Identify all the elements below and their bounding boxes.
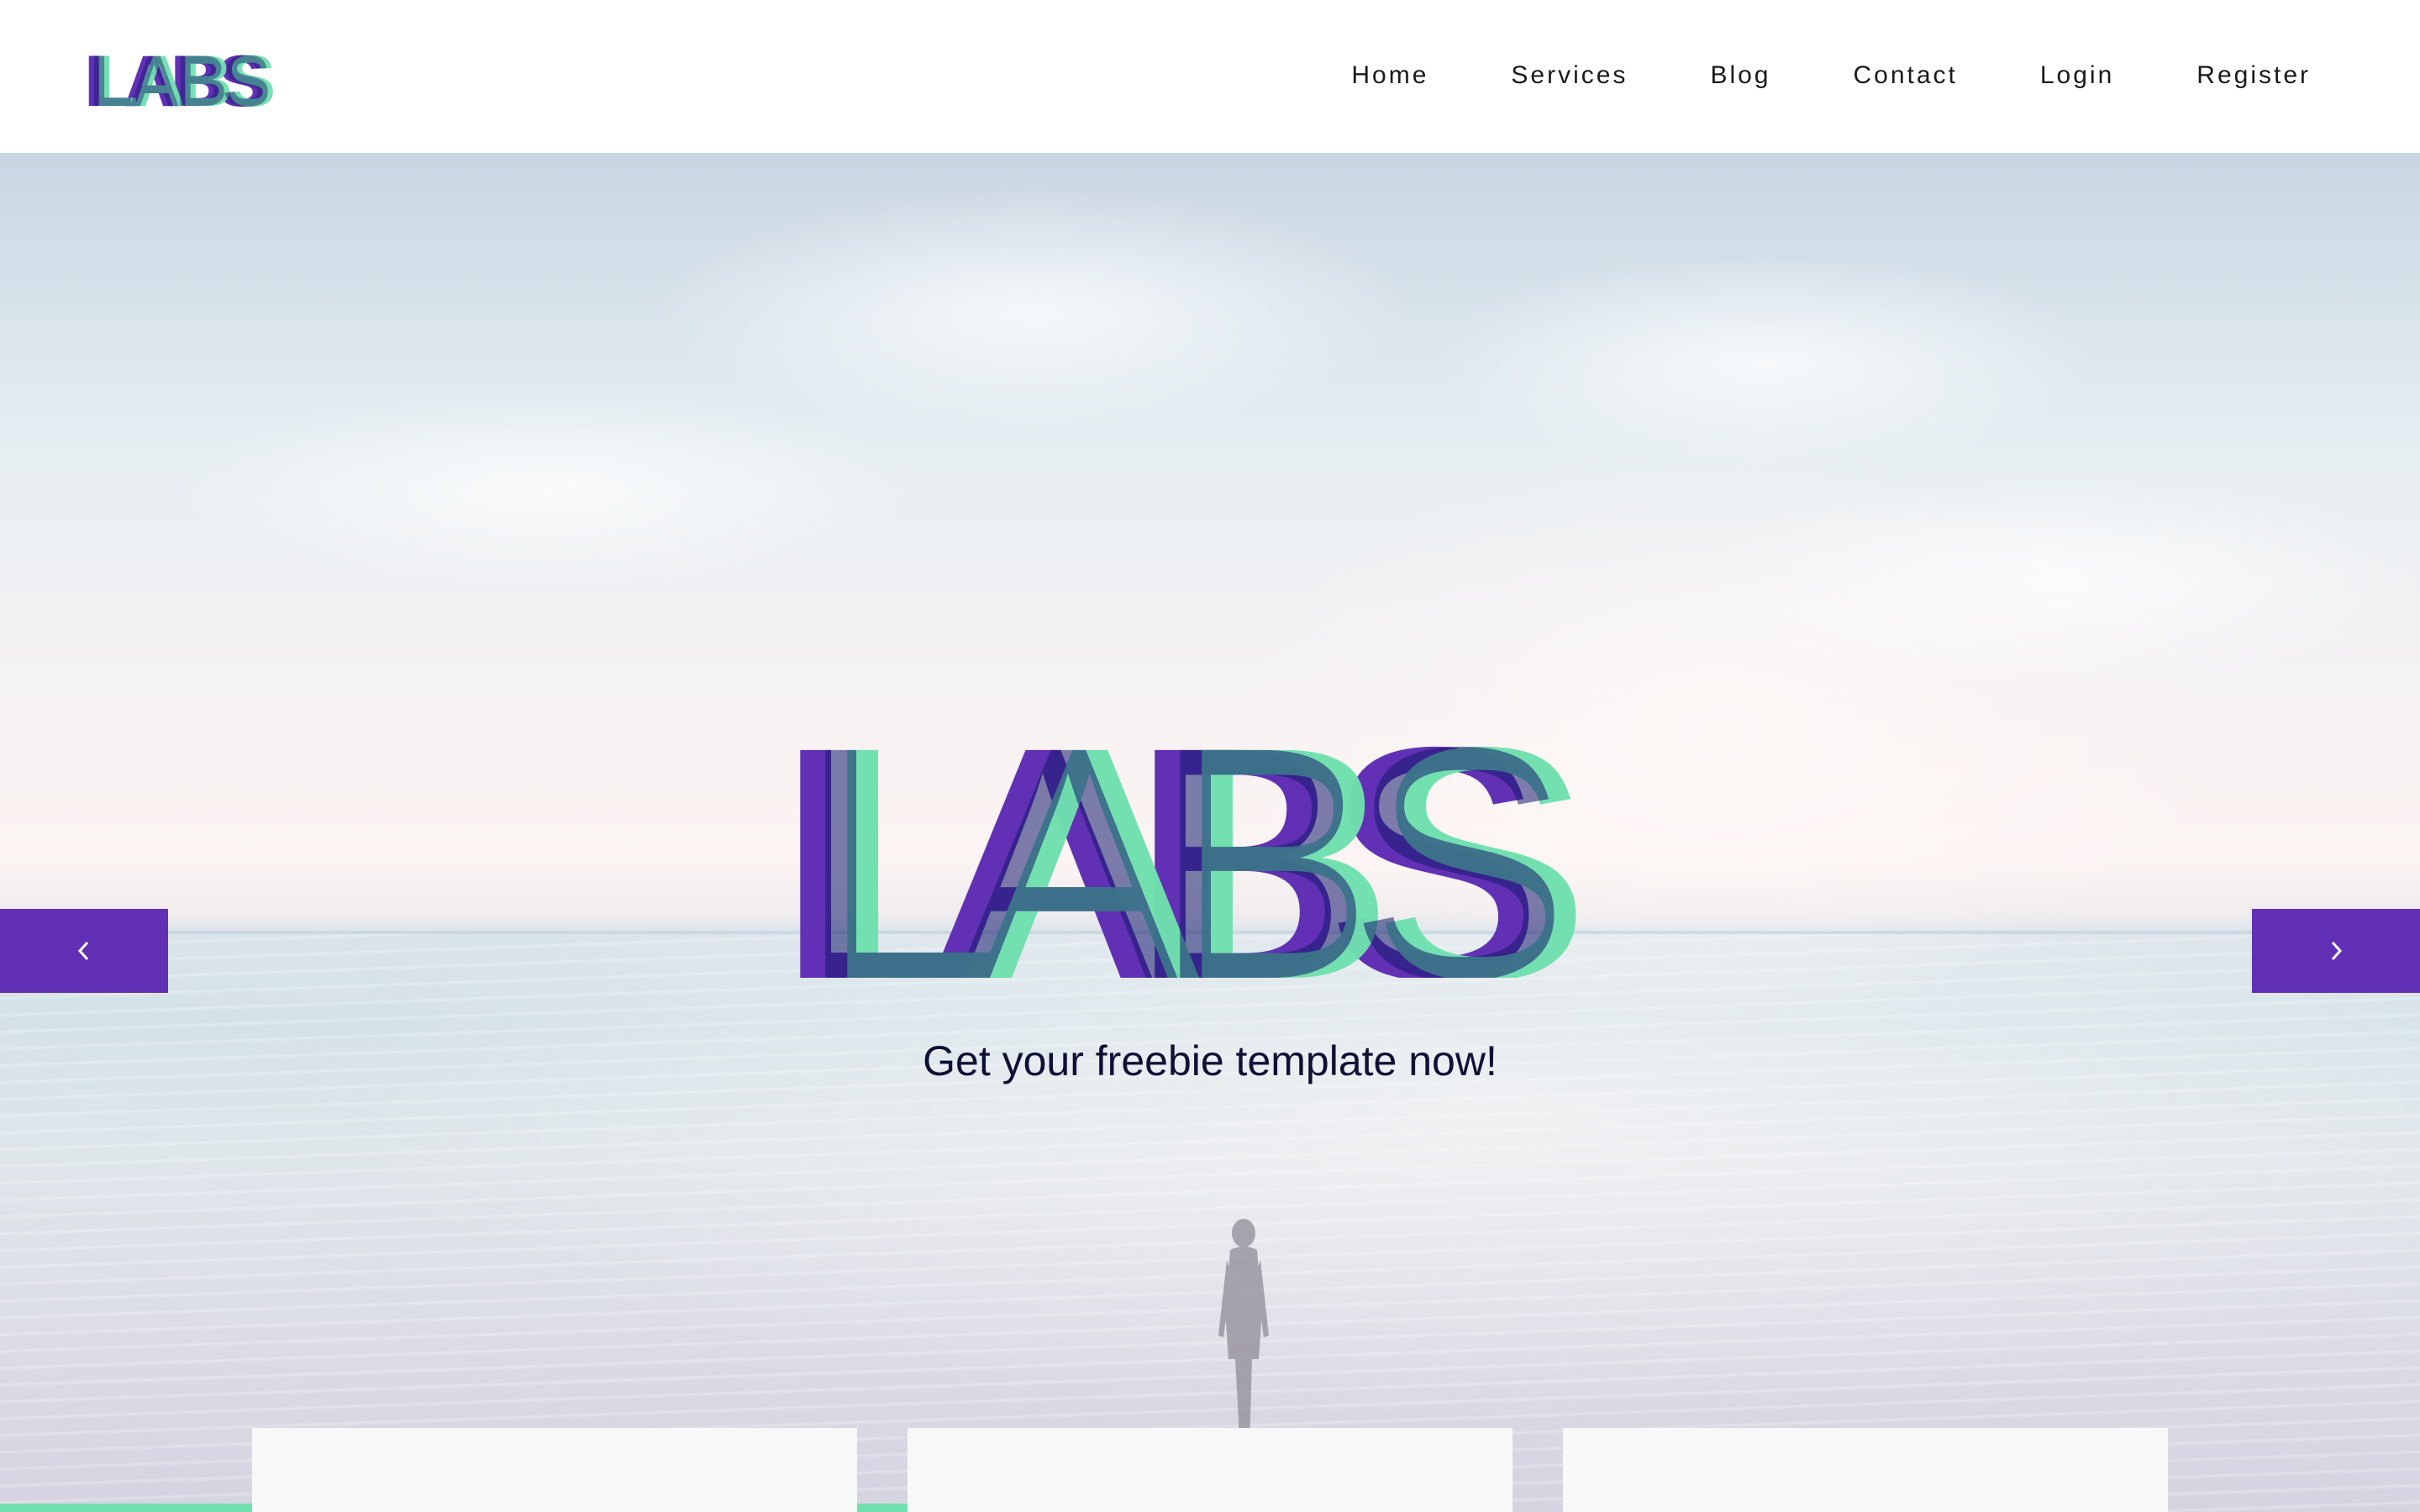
nav-register[interactable]: Register [2196, 61, 2311, 90]
cloud [655, 186, 1412, 438]
nav-login[interactable]: Login [2040, 61, 2114, 90]
nav-services[interactable]: Services [1511, 61, 1628, 90]
hero-title: LABS LABS LABS LABS [781, 726, 1639, 978]
slider-prev-button[interactable] [0, 909, 168, 993]
nav-contact[interactable]: Contact [1853, 61, 1957, 90]
feature-card [252, 1428, 857, 1512]
main-nav: Home Services Blog Contact Login Registe… [1351, 54, 2311, 97]
hero-subtitle: Get your freebie template now! [923, 1037, 1497, 1084]
site-logo[interactable]: LABS LABS LABS LABS [82, 47, 276, 108]
accent-bar [0, 1504, 252, 1512]
svg-text:LABS: LABS [89, 47, 268, 108]
nav-home[interactable]: Home [1351, 61, 1428, 90]
nav-blog[interactable]: Blog [1710, 61, 1770, 90]
slider-next-button[interactable] [2252, 909, 2420, 993]
chevron-left-icon [77, 941, 89, 961]
labs-logo-mark: LABS LABS LABS [84, 47, 276, 108]
chevron-right-icon [2331, 941, 2343, 961]
hero-title-graphic: LABS LABS LABS [781, 726, 1602, 978]
hero-slider: LABS LABS LABS LABS Get your freebie tem… [0, 153, 2420, 1512]
feature-card [1563, 1428, 2168, 1512]
svg-text:LABS: LABS [798, 726, 1555, 978]
accent-bar [857, 1504, 908, 1512]
feature-card [908, 1428, 1512, 1512]
cloud [168, 388, 924, 590]
cloud [1428, 254, 2101, 472]
cloud [1681, 472, 2420, 690]
site-header: LABS LABS LABS LABS Home Services Blog C… [0, 0, 2420, 153]
